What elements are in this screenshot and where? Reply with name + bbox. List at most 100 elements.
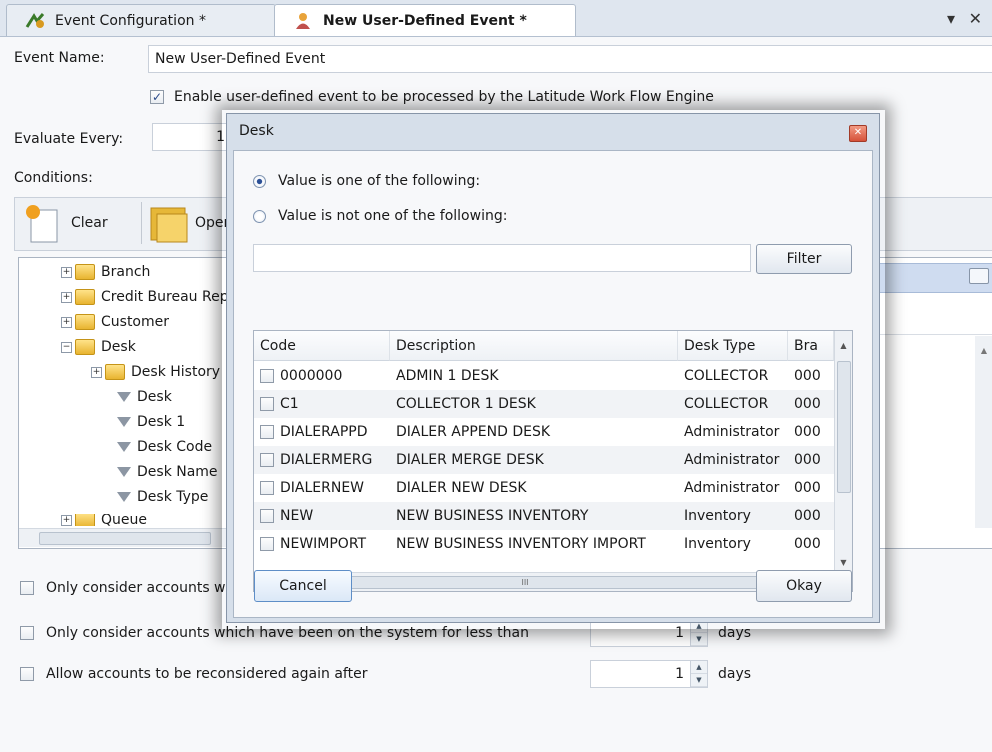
cell-branch: 000 bbox=[794, 396, 821, 412]
tree-item-label: Customer bbox=[101, 314, 170, 330]
radio-option-not-one-of[interactable]: Value is not one of the following: bbox=[253, 208, 507, 224]
tree-item-customer[interactable]: + Customer bbox=[61, 314, 169, 330]
tree-item-desk[interactable]: Desk bbox=[117, 389, 172, 405]
dialog-body: Value is one of the following: Value is … bbox=[233, 150, 873, 618]
cell-branch: 000 bbox=[794, 424, 821, 440]
radio-selected[interactable] bbox=[253, 174, 266, 188]
open-button[interactable]: Open bbox=[147, 202, 232, 244]
row-checkbox[interactable] bbox=[260, 446, 274, 474]
close-icon[interactable]: ✕ bbox=[849, 125, 867, 142]
days-spinner[interactable]: ▲ ▼ bbox=[690, 661, 707, 687]
enable-option: ✓ Enable user-defined event to be proces… bbox=[150, 89, 714, 105]
column-header-code[interactable]: Code bbox=[254, 331, 390, 361]
option-checkbox[interactable] bbox=[20, 626, 34, 640]
tree-item-desk-1[interactable]: Desk 1 bbox=[117, 414, 185, 430]
okay-button[interactable]: Okay bbox=[756, 570, 852, 602]
conditions-label: Conditions: bbox=[14, 170, 93, 186]
folder-icon bbox=[75, 514, 95, 526]
tree-item-desk-history[interactable]: + Desk History bbox=[91, 364, 220, 380]
cell-description: DIALER APPEND DESK bbox=[396, 424, 551, 440]
cell-description: ADMIN 1 DESK bbox=[396, 368, 499, 384]
column-header-branch[interactable]: Bra bbox=[788, 331, 834, 361]
table-row[interactable]: 0000000 ADMIN 1 DESK COLLECTOR 000 bbox=[254, 362, 834, 390]
tree-item-label: Desk 1 bbox=[137, 414, 186, 430]
cell-branch: 000 bbox=[794, 452, 821, 468]
cell-description: DIALER NEW DESK bbox=[396, 480, 527, 496]
tree-item-branch[interactable]: + Branch bbox=[61, 264, 150, 280]
row-checkbox[interactable] bbox=[260, 390, 274, 418]
grid-vscrollbar[interactable]: ▲ ▼ bbox=[834, 331, 852, 573]
cell-desk-type: COLLECTOR bbox=[684, 368, 769, 384]
row-checkbox[interactable] bbox=[260, 502, 274, 530]
user-event-icon bbox=[293, 12, 313, 30]
document-tab-strip: Event Configuration * New User-Defined E… bbox=[0, 0, 992, 37]
tree-item-desk-code[interactable]: Desk Code bbox=[117, 439, 212, 455]
event-name-label: Event Name: bbox=[14, 50, 105, 66]
tree-item-desk-folder[interactable]: − Desk bbox=[61, 339, 136, 355]
reconsider-days-input[interactable]: 1 ▲ ▼ bbox=[590, 660, 708, 688]
dialog-title-bar[interactable]: Desk ✕ bbox=[227, 114, 879, 148]
tab-controls[interactable]: ▾ ✕ bbox=[947, 9, 986, 28]
row-checkbox[interactable] bbox=[260, 474, 274, 502]
evaluate-every-label: Evaluate Every: bbox=[14, 131, 124, 147]
tab-event-configuration[interactable]: Event Configuration * bbox=[6, 4, 276, 36]
filter-icon bbox=[117, 392, 131, 402]
filter-icon bbox=[117, 442, 131, 452]
cell-desk-type: Inventory bbox=[684, 536, 751, 552]
event-name-field[interactable]: New User-Defined Event bbox=[148, 45, 992, 73]
tab-new-user-defined-event[interactable]: New User-Defined Event * bbox=[274, 4, 576, 36]
table-row[interactable]: DIALERAPPD DIALER APPEND DESK Administra… bbox=[254, 418, 834, 446]
tree-item-label: Desk History bbox=[131, 364, 221, 380]
filter-input[interactable] bbox=[253, 244, 751, 272]
radio-unselected[interactable] bbox=[253, 209, 266, 223]
table-row[interactable]: DIALERMERG DIALER MERGE DESK Administrat… bbox=[254, 446, 834, 474]
enable-checkbox[interactable]: ✓ bbox=[150, 90, 164, 104]
column-header-description[interactable]: Description bbox=[390, 331, 678, 361]
collapse-icon[interactable] bbox=[969, 268, 989, 284]
option-checkbox[interactable] bbox=[20, 667, 34, 681]
table-row[interactable]: NEW NEW BUSINESS INVENTORY Inventory 000 bbox=[254, 502, 834, 530]
table-row[interactable]: DIALERNEW DIALER NEW DESK Administrator … bbox=[254, 474, 834, 502]
clear-icon bbox=[26, 205, 58, 243]
clear-button[interactable]: Clear bbox=[23, 202, 142, 244]
table-row[interactable]: C1 COLLECTOR 1 DESK COLLECTOR 000 bbox=[254, 390, 834, 418]
row-checkbox[interactable] bbox=[260, 530, 274, 558]
option-checkbox[interactable] bbox=[20, 581, 34, 595]
hscroll-thumb[interactable]: III bbox=[282, 576, 768, 589]
event-configuration-icon bbox=[25, 12, 45, 30]
open-folder-icon bbox=[150, 207, 188, 243]
cell-desk-type: Inventory bbox=[684, 508, 751, 524]
filter-button[interactable]: Filter bbox=[756, 244, 852, 274]
days-value: 1 bbox=[675, 666, 684, 682]
option-reconsider: Allow accounts to be reconsidered again … bbox=[20, 666, 367, 682]
tree-scrollbar[interactable]: ▲ bbox=[975, 336, 992, 528]
cell-code: DIALERMERG bbox=[280, 452, 373, 468]
evaluate-every-field[interactable]: 1 bbox=[152, 123, 232, 151]
vscroll-thumb[interactable] bbox=[837, 361, 851, 493]
cell-code: DIALERNEW bbox=[280, 480, 365, 496]
tree-item-label: Desk bbox=[137, 389, 172, 405]
desk-grid: Code Description Desk Type Bra 0000000 A… bbox=[253, 330, 853, 592]
cell-branch: 000 bbox=[794, 508, 821, 524]
tree-item-queue[interactable]: + Queue bbox=[61, 514, 147, 526]
tree-item-desk-name[interactable]: Desk Name bbox=[117, 464, 218, 480]
row-checkbox[interactable] bbox=[260, 362, 274, 390]
cancel-button[interactable]: Cancel bbox=[254, 570, 352, 602]
filter-icon bbox=[117, 417, 131, 427]
cell-code: NEW bbox=[280, 508, 314, 524]
table-row[interactable]: NEWIMPORT NEW BUSINESS INVENTORY IMPORT … bbox=[254, 530, 834, 558]
tree-item-label: Desk Name bbox=[137, 464, 218, 480]
cell-code: DIALERAPPD bbox=[280, 424, 368, 440]
folder-icon bbox=[75, 289, 95, 305]
tree-hscrollbar[interactable] bbox=[19, 528, 249, 547]
radio-label: Value is one of the following: bbox=[278, 173, 481, 189]
radio-option-one-of[interactable]: Value is one of the following: bbox=[253, 173, 480, 189]
cell-description: NEW BUSINESS INVENTORY IMPORT bbox=[396, 536, 646, 552]
enable-label: Enable user-defined event to be processe… bbox=[174, 89, 714, 105]
tree-item-label: Queue bbox=[101, 514, 147, 526]
tree-item-desk-type[interactable]: Desk Type bbox=[117, 489, 208, 505]
cell-desk-type: Administrator bbox=[684, 424, 780, 440]
option-label: Allow accounts to be reconsidered again … bbox=[46, 666, 368, 682]
row-checkbox[interactable] bbox=[260, 418, 274, 446]
column-header-desk-type[interactable]: Desk Type bbox=[678, 331, 788, 361]
